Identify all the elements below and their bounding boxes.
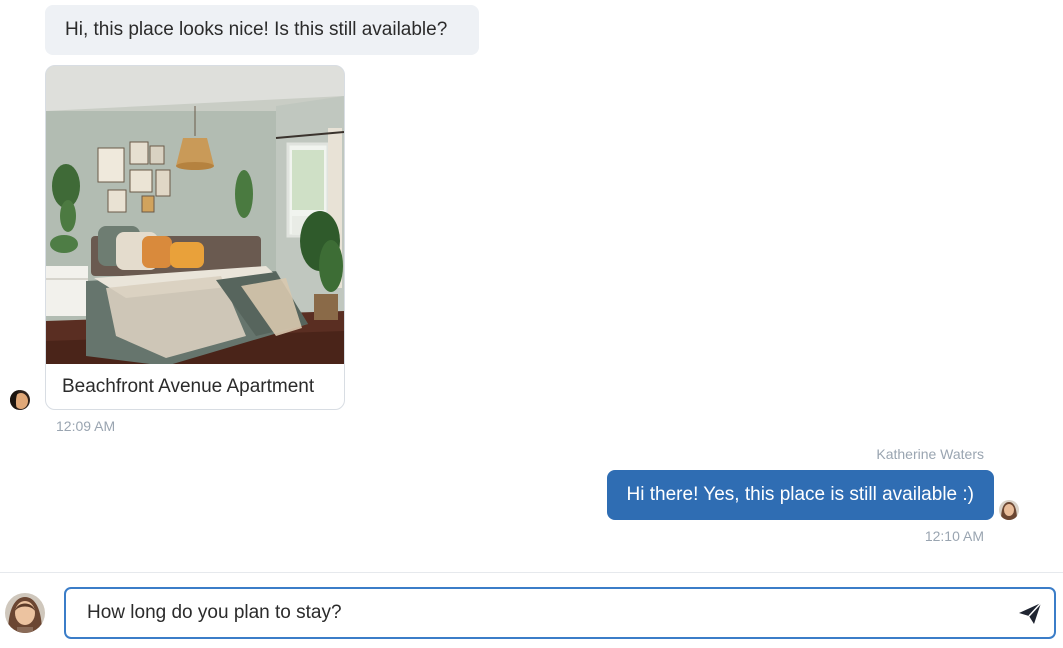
outgoing-timestamp: 12:10 AM [924,528,984,544]
user-avatar [5,593,45,633]
outgoing-message-bubble: Hi there! Yes, this place is still avail… [606,470,994,520]
incoming-timestamp: 12:09 AM [56,418,116,434]
send-button[interactable] [1012,598,1046,628]
message-input[interactable] [64,587,1056,639]
sender-name: Katherine Waters [876,446,984,462]
send-icon [1019,602,1042,624]
listing-title: Beachfront Avenue Apartment [62,376,315,397]
listing-photo [46,66,344,364]
incoming-message-bubble: Hi, this place looks nice! Is this still… [45,5,479,55]
user-avatar-small [999,500,1019,520]
sender-avatar [10,390,30,410]
listing-card[interactable]: Beachfront Avenue Apartment [45,65,345,410]
